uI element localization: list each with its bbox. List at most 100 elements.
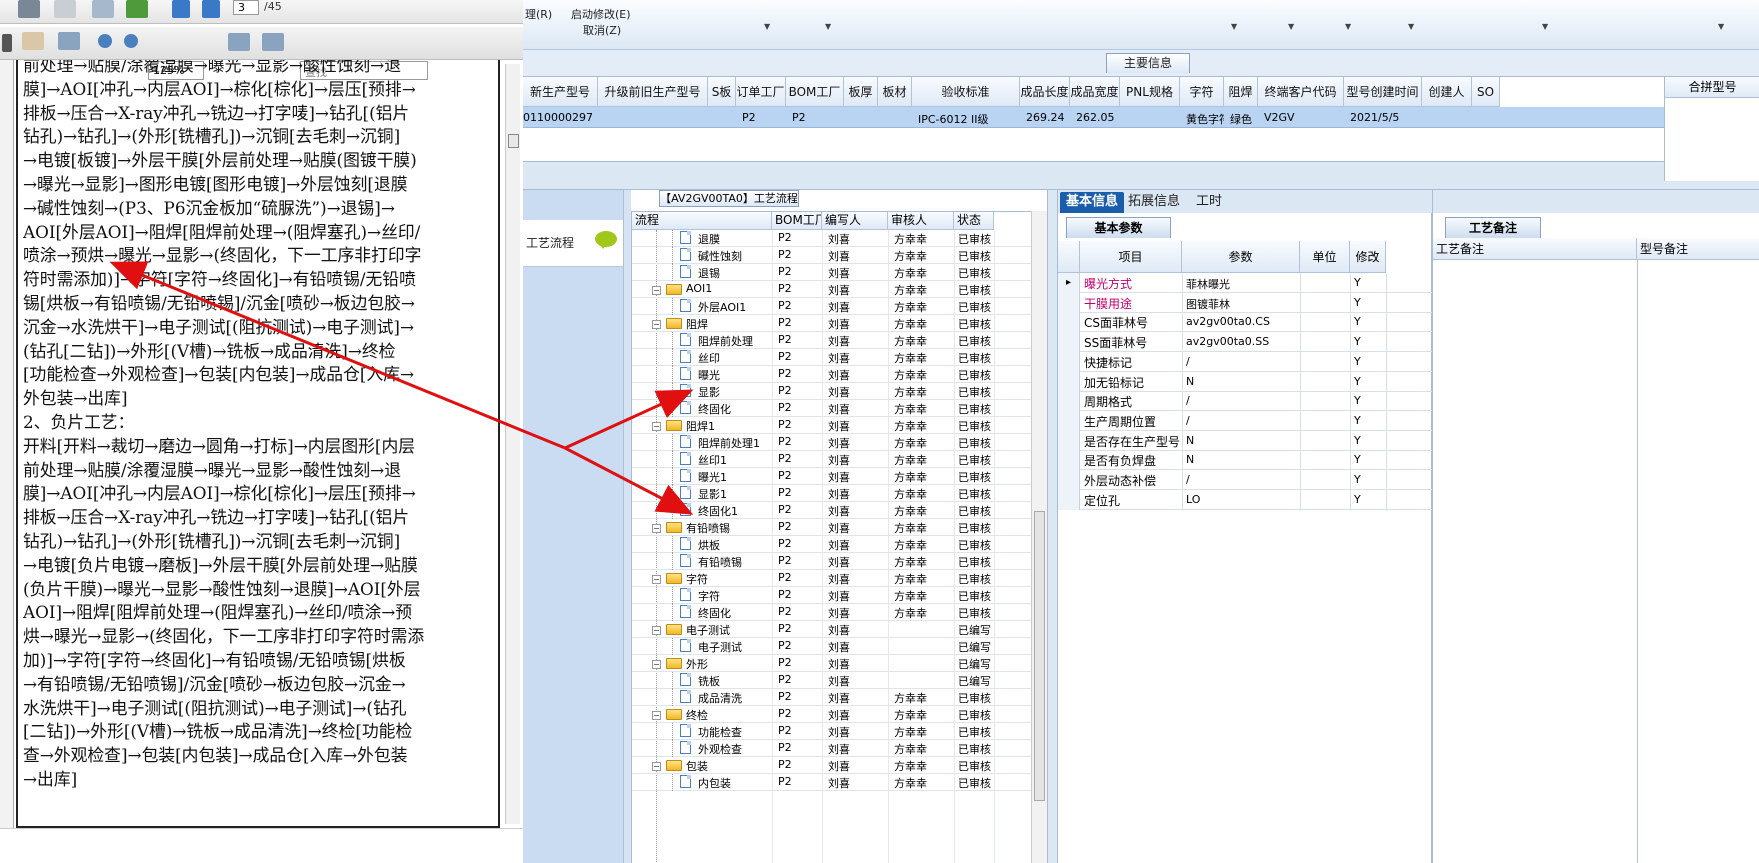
- process-row[interactable]: 丝印 P2 刘喜 方幸幸 已审核: [632, 349, 1031, 366]
- process-row[interactable]: − 终检 P2 刘喜 方幸幸 已审核: [632, 706, 1031, 723]
- splitter[interactable]: [1047, 190, 1058, 863]
- fit-width-icon[interactable]: [262, 33, 284, 51]
- process-row[interactable]: − 有铅喷锡 P2 刘喜 方幸幸 已审核: [632, 519, 1031, 536]
- toolbar-button[interactable]: 理(R): [525, 6, 552, 22]
- cancel-button[interactable]: 取消(Z): [583, 22, 621, 38]
- hand-icon[interactable]: [22, 32, 44, 50]
- splitter[interactable]: [523, 181, 1759, 190]
- collapse-toggle-icon[interactable]: −: [652, 762, 661, 771]
- column-header[interactable]: 阻焊: [1224, 77, 1258, 107]
- column-header[interactable]: 新生产型号: [523, 77, 598, 107]
- process-row[interactable]: − 外形 P2 刘喜 已编写: [632, 655, 1031, 672]
- param-value[interactable]: av2gv00ta0.CS: [1186, 315, 1270, 328]
- column-header[interactable]: 编写人: [822, 212, 888, 230]
- select-cursor-icon[interactable]: [2, 34, 12, 52]
- column-header[interactable]: 验收标准: [912, 77, 1020, 107]
- param-value[interactable]: av2gv00ta0.SS: [1186, 335, 1269, 348]
- table-row[interactable]: 011000029789 P2 P2 IPC-6012 II级 269.24 262.05…: [523, 107, 1664, 128]
- param-row[interactable]: 加无铅标记 N Y: [1058, 371, 1432, 392]
- column-header[interactable]: 成品宽度: [1070, 77, 1120, 107]
- process-row[interactable]: − 包装 P2 刘喜 方幸幸 已审核: [632, 757, 1031, 774]
- chevron-down-icon[interactable]: ▼: [1231, 22, 1237, 31]
- column-header[interactable]: BOM工厂: [772, 212, 822, 230]
- process-row[interactable]: 成品清洗 P2 刘喜 方幸幸 已审核: [632, 689, 1031, 706]
- process-row[interactable]: 烘板 P2 刘喜 方幸幸 已审核: [632, 536, 1031, 553]
- process-row[interactable]: 终固化1 P2 刘喜 方幸幸 已审核: [632, 502, 1031, 519]
- process-row[interactable]: 外层AOI1 P2 刘喜 方幸幸 已审核: [632, 298, 1031, 315]
- comment-icon[interactable]: [595, 231, 617, 249]
- column-header[interactable]: 项目: [1080, 241, 1182, 273]
- param-value[interactable]: N: [1186, 434, 1194, 447]
- chevron-down-icon[interactable]: ▼: [764, 22, 770, 31]
- zoom-out-icon[interactable]: [98, 34, 112, 48]
- collapse-toggle-icon[interactable]: −: [652, 626, 661, 635]
- zoom-in-icon[interactable]: [124, 34, 138, 48]
- collapse-toggle-icon[interactable]: −: [652, 524, 661, 533]
- process-row[interactable]: 阻焊前处理 P2 刘喜 方幸幸 已审核: [632, 332, 1031, 349]
- collapse-toggle-icon[interactable]: −: [652, 286, 661, 295]
- process-row[interactable]: 终固化 P2 刘喜 方幸幸 已审核: [632, 400, 1031, 417]
- row-selector[interactable]: ▸: [1058, 273, 1080, 293]
- chevron-down-icon[interactable]: ▼: [1542, 22, 1548, 31]
- param-value[interactable]: LO: [1186, 493, 1200, 506]
- column-header[interactable]: S板: [708, 77, 736, 107]
- column-header[interactable]: 型号创建时间: [1344, 77, 1422, 107]
- scrollbar-thumb[interactable]: [1034, 511, 1045, 801]
- process-row[interactable]: 显影 P2 刘喜 方幸幸 已审核: [632, 383, 1031, 400]
- param-row[interactable]: 是否存在生产型号 N Y: [1058, 430, 1432, 451]
- row-selector[interactable]: [1058, 371, 1080, 392]
- process-row[interactable]: 终固化 P2 刘喜 方幸幸 已审核: [632, 604, 1031, 621]
- tab-work-hours[interactable]: 工时: [1190, 192, 1228, 213]
- process-row[interactable]: 退膜 P2 刘喜 方幸幸 已审核: [632, 230, 1031, 247]
- collapse-toggle-icon[interactable]: −: [652, 575, 661, 584]
- row-selector[interactable]: [1058, 292, 1080, 313]
- column-header[interactable]: 板材: [878, 77, 912, 107]
- column-header[interactable]: BOM工厂: [786, 77, 844, 107]
- row-selector[interactable]: [1058, 312, 1080, 333]
- process-row[interactable]: − 阻焊1 P2 刘喜 方幸幸 已审核: [632, 417, 1031, 434]
- param-row[interactable]: 外层动态补偿 / Y: [1058, 470, 1432, 490]
- save-icon[interactable]: [54, 0, 76, 18]
- page-number-input[interactable]: 3: [233, 0, 259, 15]
- param-value[interactable]: N: [1186, 375, 1194, 388]
- process-row[interactable]: − 阻焊 P2 刘喜 方幸幸 已审核: [632, 315, 1031, 332]
- row-selector[interactable]: [1058, 410, 1080, 431]
- arrow-up-icon[interactable]: [172, 0, 190, 18]
- process-row[interactable]: 显影1 P2 刘喜 方幸幸 已审核: [632, 485, 1031, 502]
- param-row[interactable]: 是否有负焊盘 N Y: [1058, 450, 1432, 471]
- process-row[interactable]: 有铅喷锡 P2 刘喜 方幸幸 已审核: [632, 553, 1031, 570]
- start-edit-button[interactable]: 启动修改(E): [571, 6, 631, 22]
- param-row[interactable]: 快捷标记 / Y: [1058, 351, 1432, 372]
- process-row[interactable]: − 电子测试 P2 刘喜 已编写: [632, 621, 1031, 638]
- param-value[interactable]: /: [1186, 355, 1190, 368]
- chevron-down-icon[interactable]: ▼: [1345, 22, 1351, 31]
- column-header[interactable]: 参数: [1182, 241, 1300, 273]
- param-row[interactable]: 干膜用途 图镀菲林 Y: [1058, 292, 1432, 313]
- column-header[interactable]: 审核人: [888, 212, 954, 230]
- process-row[interactable]: 字符 P2 刘喜 方幸幸 已审核: [632, 587, 1031, 604]
- process-scrollbar[interactable]: [1031, 211, 1047, 863]
- process-row[interactable]: − 字符 P2 刘喜 方幸幸 已审核: [632, 570, 1031, 587]
- param-row[interactable]: ▸ 曝光方式 菲林曝光 Y: [1058, 273, 1432, 293]
- pdf-scrollbar[interactable]: [505, 64, 520, 824]
- param-row[interactable]: 生产周期位置 / Y: [1058, 410, 1432, 431]
- fit-page-icon[interactable]: [228, 33, 250, 51]
- column-header[interactable]: 订单工厂: [736, 77, 786, 107]
- process-row[interactable]: 丝印1 P2 刘喜 方幸幸 已审核: [632, 451, 1031, 468]
- process-row[interactable]: 电子测试 P2 刘喜 已编写: [632, 638, 1031, 655]
- process-row[interactable]: 曝光1 P2 刘喜 方幸幸 已审核: [632, 468, 1031, 485]
- print-icon[interactable]: [18, 0, 40, 18]
- process-nav-item[interactable]: 工艺流程: [523, 220, 631, 267]
- row-selector[interactable]: [1058, 450, 1080, 471]
- column-header[interactable]: SO: [1472, 77, 1500, 107]
- column-header[interactable]: 状态: [954, 212, 994, 230]
- arrow-down-icon[interactable]: [202, 0, 220, 18]
- param-row[interactable]: 周期格式 / Y: [1058, 391, 1432, 412]
- tab-extended-info[interactable]: 拓展信息: [1122, 192, 1186, 213]
- chevron-down-icon[interactable]: ▼: [1718, 22, 1724, 31]
- process-row[interactable]: 功能检查 P2 刘喜 方幸幸 已审核: [632, 723, 1031, 740]
- email-icon[interactable]: [92, 0, 114, 18]
- param-row[interactable]: CS面菲林号 av2gv00ta0.CS Y: [1058, 312, 1432, 333]
- row-selector[interactable]: [1058, 391, 1080, 412]
- column-header[interactable]: 升级前旧生产型号: [598, 77, 708, 107]
